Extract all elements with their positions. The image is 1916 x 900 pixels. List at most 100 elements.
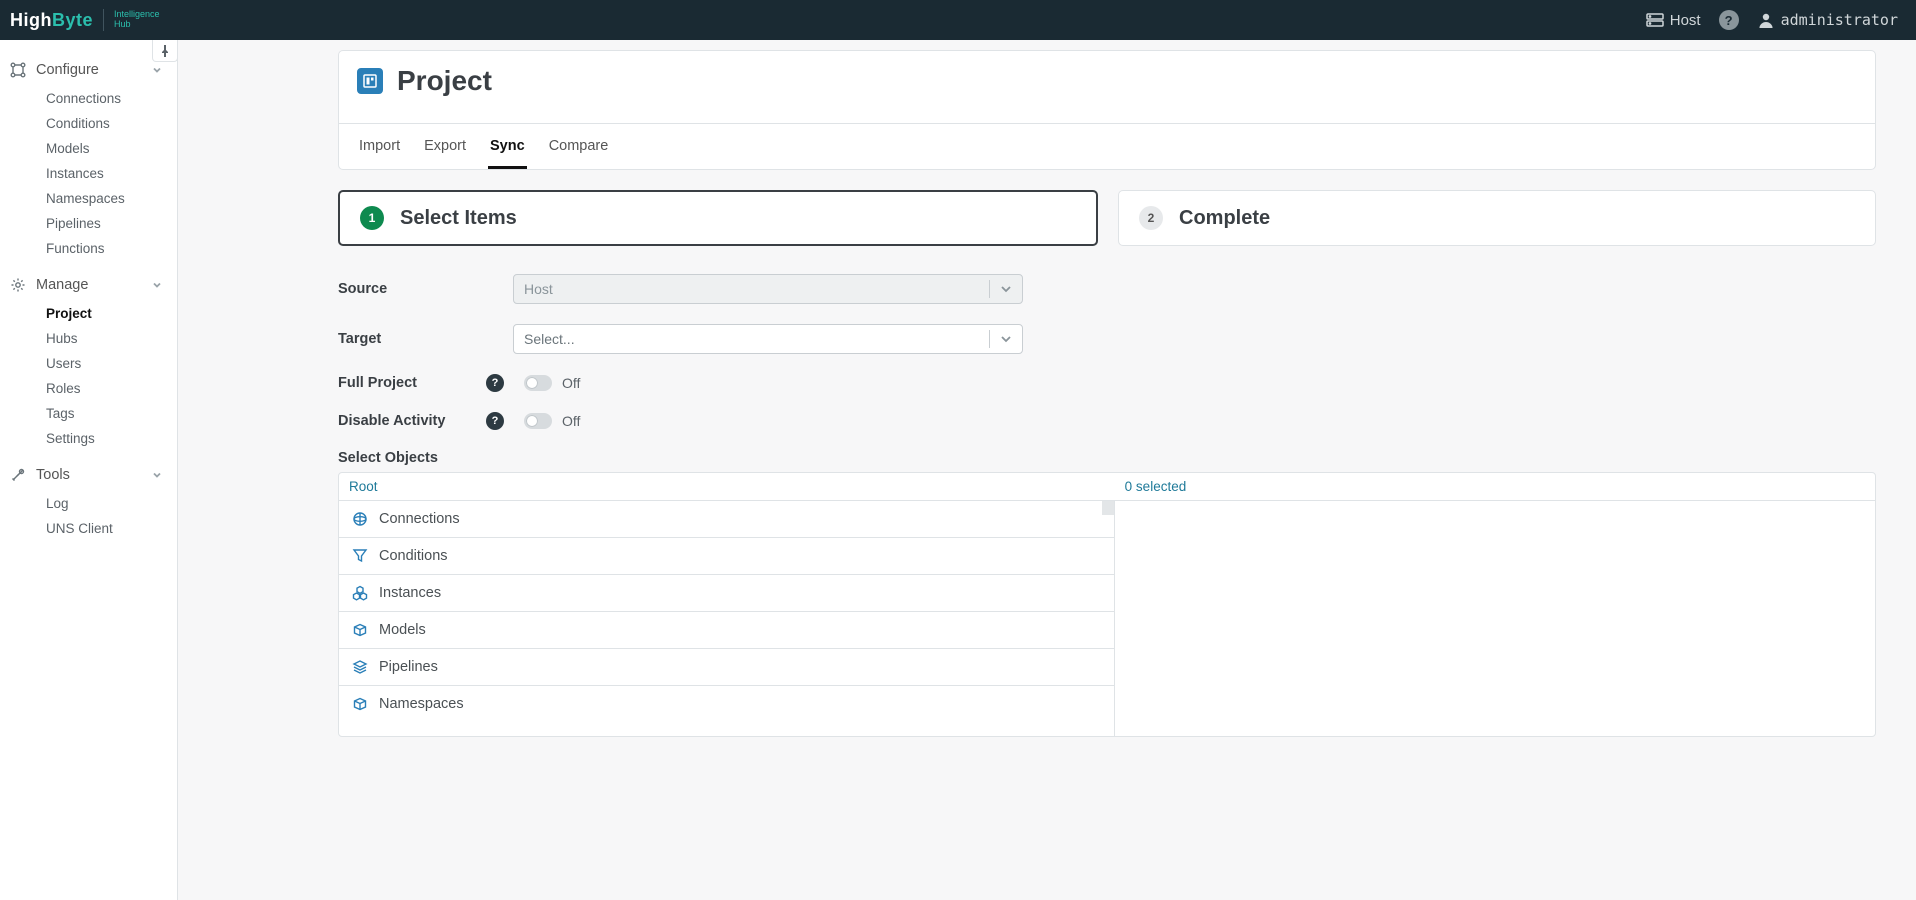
nav-item-settings[interactable]: Settings (36, 426, 177, 451)
nav-section-tools[interactable]: Tools (0, 459, 177, 491)
chevron-down-icon (151, 469, 163, 481)
full-project-toggle[interactable] (524, 375, 552, 391)
target-label: Target (338, 331, 493, 347)
pin-sidebar-button[interactable] (152, 40, 178, 62)
page-title: Project (397, 65, 492, 97)
funnel-icon (351, 548, 369, 564)
tab-sync[interactable]: Sync (488, 124, 527, 169)
nav-item-tags[interactable]: Tags (36, 401, 177, 426)
step-1[interactable]: 1 Select Items (338, 190, 1098, 246)
cubes-icon (351, 585, 369, 601)
tree-item-label: Namespaces (379, 696, 464, 712)
target-placeholder: Select... (524, 331, 575, 347)
step-badge: 2 (1139, 206, 1163, 230)
tree-item-label: Instances (379, 585, 441, 601)
help-button[interactable]: ? (1719, 10, 1739, 30)
tree-item-pipelines[interactable]: Pipelines (339, 649, 1114, 686)
project-icon (357, 68, 383, 94)
gear-icon (10, 277, 26, 293)
full-project-value: Off (562, 375, 580, 391)
nav-item-roles[interactable]: Roles (36, 376, 177, 401)
topbar: HighByte Intelligence Hub Host ? (0, 0, 1916, 40)
nav-section-label: Tools (36, 467, 70, 483)
step-label: Complete (1179, 207, 1270, 230)
nav-section-configure[interactable]: Configure (0, 54, 177, 86)
tree-item-conditions[interactable]: Conditions (339, 538, 1114, 575)
page-panel: Project Import Export Sync Compare (338, 50, 1876, 170)
selected-count-label: 0 selected (1125, 479, 1187, 494)
step-2[interactable]: 2 Complete (1118, 190, 1876, 246)
object-tree: Connections Conditions Instances Models Pipe… (339, 501, 1115, 736)
nav-item-uns-client[interactable]: UNS Client (36, 516, 177, 541)
disable-activity-toggle[interactable] (524, 413, 552, 429)
box-icon (351, 696, 369, 712)
tree-item-instances[interactable]: Instances (339, 575, 1114, 612)
help-icon[interactable]: ? (486, 412, 504, 430)
disable-activity-label: Disable Activity (338, 413, 478, 429)
nav-section-label: Configure (36, 62, 99, 78)
nav-item-connections[interactable]: Connections (36, 86, 177, 111)
brand: HighByte Intelligence Hub (10, 9, 160, 31)
host-indicator[interactable]: Host (1646, 12, 1701, 29)
nodes-icon (10, 62, 26, 78)
row-target: Target Select... (338, 314, 1876, 364)
brand-sub-line2: Hub (114, 19, 131, 29)
tree-item-namespaces[interactable]: Namespaces (339, 686, 1114, 722)
nav-item-models[interactable]: Models (36, 136, 177, 161)
chevron-down-icon (151, 279, 163, 291)
row-disable-activity: Disable Activity ? Off (338, 402, 1876, 440)
layers-icon (351, 659, 369, 675)
select-objects-label: Select Objects (338, 440, 1876, 472)
nav-item-hubs[interactable]: Hubs (36, 326, 177, 351)
target-select[interactable]: Select... (513, 324, 1023, 354)
nav-item-conditions[interactable]: Conditions (36, 111, 177, 136)
selection-pane (1115, 501, 1875, 736)
brand-divider (103, 9, 104, 31)
brand-accent: Byte (52, 10, 93, 30)
chevron-down-icon (1000, 285, 1012, 293)
chevron-down-icon (151, 64, 163, 76)
nav-section-label: Manage (36, 277, 88, 293)
host-label: Host (1670, 12, 1701, 29)
source-select[interactable]: Host (513, 274, 1023, 304)
user-icon (1757, 11, 1775, 29)
selected-count[interactable]: 0 selected (1115, 473, 1197, 500)
step-badge: 1 (360, 206, 384, 230)
brand-logo: HighByte (10, 10, 93, 31)
breadcrumb-root[interactable]: Root (339, 473, 1115, 500)
user-label: administrator (1781, 11, 1898, 29)
brand-sub-line1: Intelligence (114, 9, 160, 19)
row-full-project: Full Project ? Off (338, 364, 1876, 402)
row-source: Source Host (338, 264, 1876, 314)
nav-item-namespaces[interactable]: Namespaces (36, 186, 177, 211)
disable-activity-value: Off (562, 413, 580, 429)
brand-primary: High (10, 10, 52, 30)
nav-section-manage[interactable]: Manage (0, 269, 177, 301)
nav-item-functions[interactable]: Functions (36, 236, 177, 261)
brand-sub: Intelligence Hub (114, 10, 160, 30)
nav-item-instances[interactable]: Instances (36, 161, 177, 186)
tabs: Import Export Sync Compare (339, 123, 1875, 169)
help-icon[interactable]: ? (486, 374, 504, 392)
source-value: Host (524, 281, 553, 297)
nav-item-project[interactable]: Project (36, 301, 177, 326)
object-browser: Root 0 selected Connections Conditions Ins… (338, 472, 1876, 737)
tree-item-models[interactable]: Models (339, 612, 1114, 649)
nav-item-log[interactable]: Log (36, 491, 177, 516)
nav-item-pipelines[interactable]: Pipelines (36, 211, 177, 236)
tab-import[interactable]: Import (357, 124, 402, 169)
tab-export[interactable]: Export (422, 124, 468, 169)
nav-item-users[interactable]: Users (36, 351, 177, 376)
user-menu[interactable]: administrator (1757, 11, 1898, 29)
step-label: Select Items (400, 207, 517, 230)
globe-icon (351, 511, 369, 527)
tree-item-label: Pipelines (379, 659, 438, 675)
server-icon (1646, 13, 1664, 27)
sidebar: Configure ConnectionsConditionsModelsInst… (0, 40, 178, 900)
tree-item-connections[interactable]: Connections (339, 501, 1114, 538)
sync-form: Source Host Target Select... (338, 246, 1876, 737)
scrollbar[interactable] (1102, 501, 1114, 515)
tab-compare[interactable]: Compare (547, 124, 611, 169)
tree-item-label: Connections (379, 511, 460, 527)
source-label: Source (338, 281, 493, 297)
